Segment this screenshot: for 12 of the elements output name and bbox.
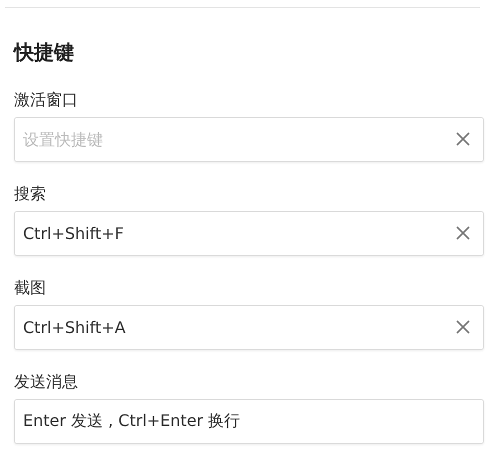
field-label: 截图 xyxy=(14,278,47,298)
section-title: 快捷键 xyxy=(14,40,75,64)
close-icon[interactable] xyxy=(456,320,470,334)
shortcut-field[interactable]: Ctrl+Shift+F xyxy=(14,211,484,256)
close-icon[interactable] xyxy=(456,226,470,240)
shortcut-field[interactable]: 设置快捷键 xyxy=(14,117,484,162)
shortcut-field[interactable]: Ctrl+Shift+A xyxy=(14,305,484,350)
shortcut-field[interactable]: Enter 发送 , Ctrl+Enter 换行 xyxy=(14,399,484,444)
field-label: 激活窗口 xyxy=(14,90,79,110)
close-icon[interactable] xyxy=(456,132,470,146)
field-label: 搜索 xyxy=(14,184,47,204)
field-label: 发送消息 xyxy=(14,372,79,392)
